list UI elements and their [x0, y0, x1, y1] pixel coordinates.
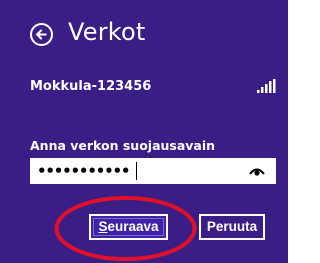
security-key-input[interactable]: ••••••••••• — [30, 158, 276, 184]
back-button[interactable] — [30, 23, 53, 46]
text-caret — [136, 162, 137, 180]
page-title: Verkot — [68, 18, 146, 46]
eye-icon[interactable] — [249, 166, 265, 176]
wifi-signal-bars-icon — [257, 79, 276, 93]
network-name: Mokkula-123456 — [30, 79, 152, 94]
next-button[interactable]: Seuraava — [89, 214, 168, 240]
security-key-label: Anna verkon suojausavain — [30, 138, 216, 153]
network-connection-panel: Verkot Mokkula-123456 Anna verkon suojau… — [0, 0, 288, 263]
arrow-left-circle-icon — [35, 29, 47, 40]
cancel-button[interactable]: Peruuta — [199, 214, 265, 240]
security-key-masked-value: ••••••••••• — [37, 162, 130, 180]
